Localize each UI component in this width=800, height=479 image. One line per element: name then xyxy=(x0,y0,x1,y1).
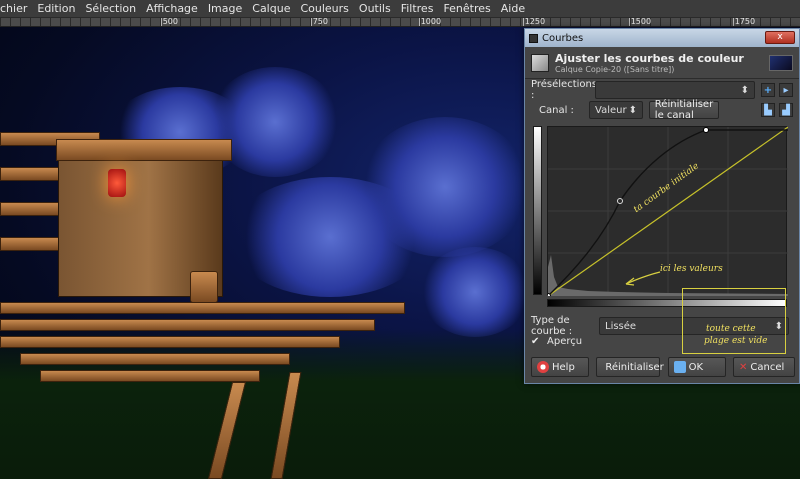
menu-item[interactable]: Outils xyxy=(354,2,396,15)
dialog-buttons: Help Réinitialiser OK ✕ Cancel xyxy=(531,357,795,379)
dialog-header: Ajuster les courbes de couleur Calque Co… xyxy=(525,47,799,79)
table-plank xyxy=(0,336,340,348)
output-gradient xyxy=(533,126,542,295)
curves-window-icon xyxy=(529,33,538,43)
reset-channel-button[interactable]: Réinitialiser le canal xyxy=(649,99,719,121)
lifebuoy-icon xyxy=(537,361,549,373)
dialog-title: Ajuster les courbes de couleur xyxy=(555,51,744,65)
curve-point[interactable] xyxy=(617,198,623,204)
curves-tool-icon xyxy=(531,53,549,72)
menu-item[interactable]: Affichage xyxy=(141,2,203,15)
table-plank xyxy=(0,319,375,331)
annotation-values: ici les valeurs xyxy=(660,264,723,274)
help-button[interactable]: Help xyxy=(531,357,589,377)
reset-label: Réinitialiser xyxy=(605,361,664,373)
presets-combo[interactable]: ⬍ xyxy=(595,81,755,99)
linear-histogram-icon[interactable]: ▙ xyxy=(761,103,775,117)
curve-type-label: Type de courbe : xyxy=(531,315,573,337)
ok-icon xyxy=(673,361,686,373)
cancel-button[interactable]: ✕ Cancel xyxy=(732,357,795,377)
menu-item[interactable]: Edition xyxy=(32,2,80,15)
table-plank xyxy=(20,353,290,365)
cloud xyxy=(420,247,530,337)
menu-item[interactable]: Aide xyxy=(496,2,530,15)
cup xyxy=(190,271,218,303)
add-preset-icon[interactable]: + xyxy=(761,83,775,97)
menu-item[interactable]: Calque xyxy=(247,2,295,15)
chevron-down-icon: ⬍ xyxy=(740,84,749,96)
horizontal-ruler[interactable]: |500 |750 |1000 |1250 |1500 |1750 xyxy=(0,17,800,27)
annotation-arrow xyxy=(625,271,661,286)
curve-type-value: Lissée xyxy=(605,320,637,332)
table-plank xyxy=(40,370,260,382)
help-label: Help xyxy=(552,361,575,373)
preview-checkbox[interactable]: ✔ xyxy=(531,336,543,347)
ok-button[interactable]: OK xyxy=(667,357,726,377)
close-button[interactable]: x xyxy=(765,31,795,44)
crate-lid xyxy=(56,139,232,161)
channel-combo[interactable]: Valeur ⬍ xyxy=(589,101,643,119)
channel-value: Valeur xyxy=(595,104,627,116)
layer-thumbnail xyxy=(769,55,793,71)
ruler-label: |1500 xyxy=(628,17,652,26)
channel-label: Canal : xyxy=(539,104,574,116)
preview-label: Aperçu xyxy=(547,336,583,347)
ruler-label: |500 xyxy=(160,17,178,26)
ruler-label: |1250 xyxy=(522,17,546,26)
dialog-titlebar[interactable]: Courbes x xyxy=(525,29,799,47)
preset-menu-icon[interactable]: ▸ xyxy=(779,83,793,97)
reset-button[interactable]: Réinitialiser xyxy=(596,357,664,377)
menu-item[interactable]: Couleurs xyxy=(295,2,353,15)
menu-item[interactable]: Sélection xyxy=(80,2,141,15)
dialog-subtitle: Calque Copie-20 ([Sans titre]) xyxy=(555,64,675,74)
menu-item[interactable]: chier xyxy=(0,2,32,15)
presets-label: Présélections : xyxy=(531,79,598,101)
annotation-empty-1: toute cette xyxy=(706,324,756,334)
menu-item[interactable]: Fenêtres xyxy=(438,2,495,15)
cloud xyxy=(360,117,530,257)
menu-bar: chier Edition Sélection Affichage Image Calqu… xyxy=(0,0,800,18)
ruler-label: |750 xyxy=(310,17,328,26)
cancel-label: Cancel xyxy=(750,361,785,373)
ruler-label: |1750 xyxy=(732,17,756,26)
curve-point[interactable] xyxy=(703,127,709,133)
lantern xyxy=(108,169,126,197)
table-plank xyxy=(0,302,405,314)
menu-item[interactable]: Filtres xyxy=(396,2,439,15)
ok-label: OK xyxy=(688,361,704,373)
window-title: Courbes xyxy=(542,32,584,44)
chevron-down-icon: ⬍ xyxy=(628,104,637,116)
cancel-icon: ✕ xyxy=(738,361,748,373)
ruler-label: |1000 xyxy=(418,17,442,26)
menu-item[interactable]: Image xyxy=(203,2,247,15)
annotation-empty-2: plage est vide xyxy=(704,336,768,346)
log-histogram-icon[interactable]: ▟ xyxy=(779,103,793,117)
